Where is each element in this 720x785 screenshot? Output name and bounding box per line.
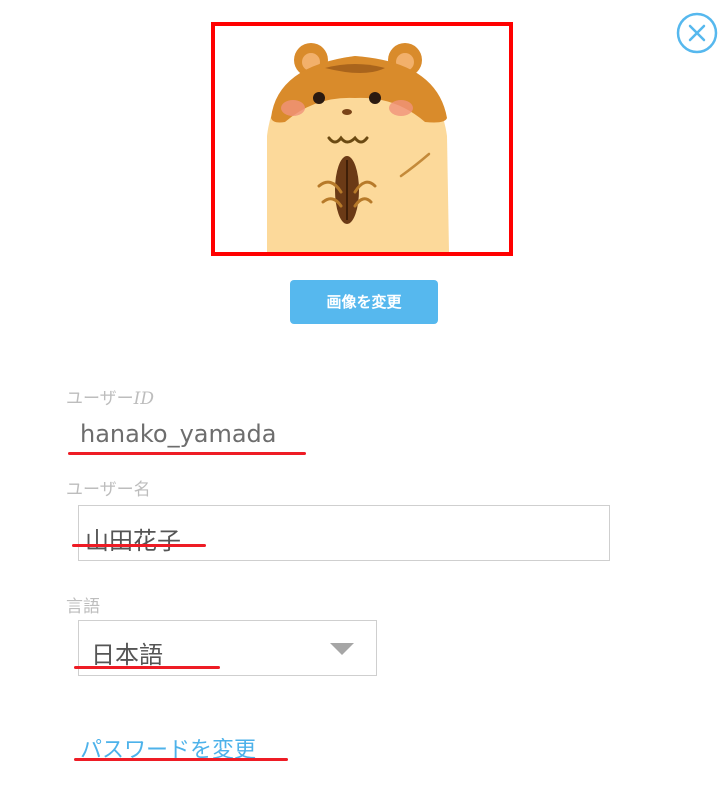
user-id-value: hanako_yamada [80, 420, 277, 448]
language-highlight-underline [74, 666, 220, 669]
user-id-label: ユーザーID [66, 384, 154, 409]
user-name-input[interactable] [78, 505, 610, 561]
user-name-highlight-underline [72, 544, 206, 547]
close-circle-icon [676, 12, 718, 54]
user-name-label: ユーザー名 [66, 480, 151, 500]
chevron-down-icon [330, 643, 354, 655]
language-label: 言語 [66, 597, 100, 617]
password-highlight-underline [74, 758, 288, 761]
user-id-label-suffix: ID [133, 389, 155, 409]
hamster-avatar-image [267, 43, 449, 252]
change-image-button[interactable]: 画像を変更 [290, 280, 438, 324]
profile-settings-dialog: 画像を変更 ユーザーID hanako_yamada ユーザー名 言語 日本語 … [0, 0, 720, 785]
user-id-highlight-underline [68, 452, 306, 455]
avatar-image-frame [211, 22, 513, 256]
language-selected-value: 日本語 [91, 641, 163, 669]
close-button[interactable] [676, 12, 718, 54]
user-id-label-prefix: ユーザー [66, 389, 134, 409]
